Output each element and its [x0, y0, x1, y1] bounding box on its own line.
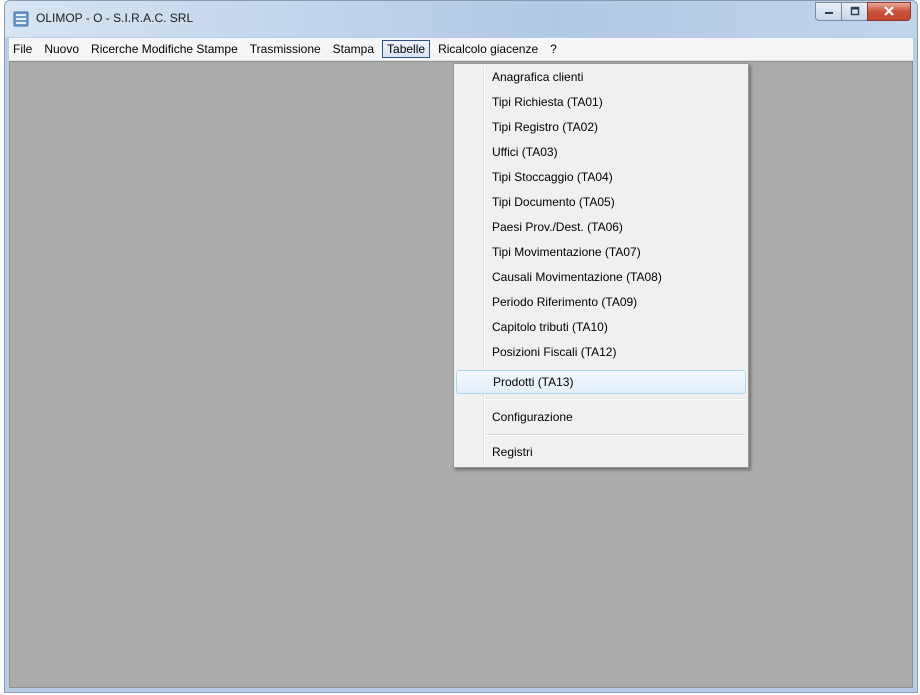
title-bar[interactable]: OLIMOP - O - S.I.R.A.C. SRL	[5, 1, 917, 37]
menu-stampa[interactable]: Stampa	[329, 40, 378, 58]
tabelle-dropdown-menu: Anagrafica clienti Tipi Richiesta (TA01)…	[453, 63, 749, 468]
menu-ricerche-modifiche-stampe[interactable]: Ricerche Modifiche Stampe	[87, 40, 242, 58]
menu-item-tipi-richiesta[interactable]: Tipi Richiesta (TA01)	[456, 91, 746, 115]
menu-item-prodotti[interactable]: Prodotti (TA13)	[456, 370, 746, 394]
menu-item-capitolo-tributi[interactable]: Capitolo tributi (TA10)	[456, 316, 746, 340]
maximize-icon	[850, 5, 860, 19]
menu-item-causali-movimentazione[interactable]: Causali Movimentazione (TA08)	[456, 266, 746, 290]
maximize-button[interactable]	[841, 2, 868, 21]
menu-ricalcolo-giacenze[interactable]: Ricalcolo giacenze	[434, 40, 542, 58]
menu-item-tipi-documento[interactable]: Tipi Documento (TA05)	[456, 191, 746, 215]
menu-nuovo[interactable]: Nuovo	[40, 40, 83, 58]
menu-trasmissione[interactable]: Trasmissione	[246, 40, 325, 58]
caption-buttons	[815, 2, 911, 22]
menu-item-tipi-movimentazione[interactable]: Tipi Movimentazione (TA07)	[456, 241, 746, 265]
menu-tabelle[interactable]: Tabelle	[382, 40, 431, 58]
menu-item-posizioni-fiscali[interactable]: Posizioni Fiscali (TA12)	[456, 341, 746, 365]
menu-item-registri[interactable]: Registri	[456, 441, 746, 465]
menu-file[interactable]: File	[9, 40, 36, 58]
menu-item-uffici[interactable]: Uffici (TA03)	[456, 141, 746, 165]
database-icon[interactable]	[13, 11, 29, 27]
minimize-button[interactable]	[815, 2, 842, 21]
menu-item-configurazione[interactable]: Configurazione	[456, 406, 746, 430]
menu-item-paesi-prov-dest[interactable]: Paesi Prov./Dest. (TA06)	[456, 216, 746, 240]
menu-item-tipi-registro[interactable]: Tipi Registro (TA02)	[456, 116, 746, 140]
menu-item-anagrafica-clienti[interactable]: Anagrafica clienti	[456, 66, 746, 90]
close-icon	[883, 5, 895, 19]
minimize-icon	[824, 5, 834, 19]
menu-item-periodo-riferimento[interactable]: Periodo Riferimento (TA09)	[456, 291, 746, 315]
menu-bar: File Nuovo Ricerche Modifiche Stampe Tra…	[9, 38, 913, 61]
menu-item-tipi-stoccaggio[interactable]: Tipi Stoccaggio (TA04)	[456, 166, 746, 190]
menu-help[interactable]: ?	[546, 40, 561, 58]
window-title: OLIMOP - O - S.I.R.A.C. SRL	[36, 11, 194, 25]
menu-separator	[485, 398, 746, 400]
close-button[interactable]	[867, 2, 911, 21]
menu-separator	[485, 434, 746, 436]
